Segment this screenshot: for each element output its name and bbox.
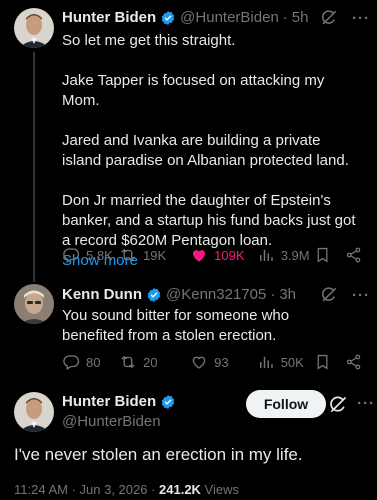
views-count: 3.9M: [280, 247, 310, 263]
repost-icon: [121, 248, 135, 262]
verified-badge-icon: [161, 10, 175, 25]
timestamp[interactable]: 5h: [292, 9, 309, 26]
heart-icon: [193, 250, 206, 262]
like-count: 109K: [214, 247, 245, 263]
thread-line: [33, 52, 35, 282]
repost-count: 19K: [143, 247, 167, 263]
views-label: Views: [200, 482, 239, 497]
reply-icon: [63, 248, 80, 263]
handle[interactable]: @Kenn321705: [166, 286, 266, 303]
tweet-paragraph: Don Jr married the daughter of Epstein's…: [62, 192, 356, 249]
grok-icon[interactable]: [320, 9, 338, 27]
separator-dot: ·: [270, 286, 276, 303]
tweet-header: Hunter Biden: [62, 393, 180, 410]
tweet-body: You sound bitter for someone who benefit…: [62, 307, 290, 344]
views-icon: [259, 249, 273, 261]
like-button[interactable]: 93: [190, 353, 257, 371]
more-icon[interactable]: ···: [352, 10, 370, 27]
tweet-body: So let me get this straight. Jake Tapper…: [62, 31, 362, 271]
like-button[interactable]: 109K: [190, 246, 257, 264]
grok-icon[interactable]: [320, 286, 338, 304]
display-name[interactable]: Hunter Biden: [62, 9, 156, 26]
tweet-3-focused[interactable]: Hunter Biden @HunterBiden Follow ··· I'v…: [0, 380, 377, 500]
separator-dot: ·: [282, 9, 288, 26]
display-name[interactable]: Hunter Biden: [62, 393, 156, 410]
tweet-top-actions: ···: [320, 9, 370, 27]
tweet-body: I've never stolen an erection in my life…: [14, 445, 303, 464]
handle[interactable]: @HunterBiden: [180, 9, 279, 26]
tweet-header: Hunter Biden @HunterBiden · 5h: [62, 9, 308, 26]
avatar-hunter-biden[interactable]: [14, 8, 54, 48]
repost-icon: [121, 355, 135, 369]
tweet-meta: 11:24 AM · Jun 3, 2026 · 241.2K Views: [14, 482, 239, 497]
tweet-paragraph: So let me get this straight.: [62, 32, 236, 49]
more-icon[interactable]: ···: [357, 395, 375, 412]
follow-button[interactable]: Follow: [246, 390, 326, 418]
share-icon[interactable]: [345, 246, 362, 264]
avatar-hunter-biden[interactable]: [14, 392, 54, 432]
tweet-1[interactable]: Hunter Biden @HunterBiden · 5h ··· So le…: [0, 0, 377, 282]
handle-row: @HunterBiden: [62, 413, 161, 430]
display-name[interactable]: Kenn Dunn: [62, 286, 142, 303]
repost-count: 20: [143, 354, 158, 370]
tweet-header: Kenn Dunn @Kenn321705 · 3h: [62, 286, 296, 303]
reply-icon: [63, 355, 80, 370]
tweet-paragraph: Jake Tapper is focused on attacking my M…: [62, 72, 325, 109]
avatar-kenn-dunn[interactable]: [14, 284, 54, 324]
reply-count: 5.8K: [86, 247, 113, 263]
tweet-2[interactable]: Kenn Dunn @Kenn321705 · 3h ··· You sound…: [0, 280, 377, 380]
handle[interactable]: @HunterBiden: [62, 413, 161, 430]
views-count: 50K: [280, 354, 304, 370]
repost-button[interactable]: 20: [119, 353, 176, 371]
bookmark-icon[interactable]: [314, 353, 331, 371]
timestamp[interactable]: 3h: [279, 286, 296, 303]
tweet-actions: 5.8K 19K 109K 3.9M: [62, 246, 362, 264]
grok-icon[interactable]: [328, 395, 348, 415]
like-count: 93: [214, 354, 229, 370]
timestamp[interactable]: 11:24 AM · Jun 3, 2026 ·: [14, 482, 159, 497]
reply-button[interactable]: 80: [62, 353, 119, 371]
reply-count: 80: [86, 354, 101, 370]
heart-icon: [192, 356, 206, 369]
views-button[interactable]: 3.9M: [257, 246, 314, 264]
share-icon[interactable]: [345, 353, 362, 371]
reply-button[interactable]: 5.8K: [62, 246, 119, 264]
tweet-actions: 80 20 93 50K: [62, 353, 362, 371]
tweet-paragraph: Jared and Ivanka are building a private …: [62, 132, 349, 169]
more-icon[interactable]: ···: [352, 287, 370, 304]
repost-button[interactable]: 19K: [119, 246, 176, 264]
views-button[interactable]: 50K: [257, 353, 314, 371]
bookmark-icon[interactable]: [314, 246, 331, 264]
verified-badge-icon: [161, 394, 175, 409]
verified-badge-icon: [147, 287, 161, 302]
views-icon: [259, 356, 273, 368]
views-count: 241.2K: [159, 482, 201, 497]
tweet-top-actions: ···: [320, 286, 370, 304]
